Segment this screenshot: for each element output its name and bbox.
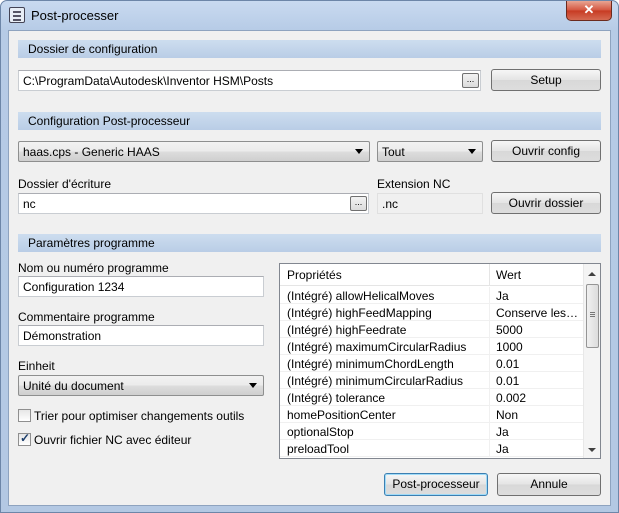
unit-select-value: Unité du document: [23, 379, 124, 393]
program-name-label: Nom ou numéro programme: [18, 261, 169, 275]
chevron-down-icon: [249, 383, 257, 388]
open-nc-checkbox[interactable]: [18, 431, 31, 446]
property-name: (Intégré) minimumCircularRadius: [287, 374, 464, 388]
property-name: (Intégré) highFeedrate: [287, 323, 407, 337]
property-name: (Intégré) minimumChordLength: [287, 357, 454, 371]
post-process-button[interactable]: Post-processeur: [384, 473, 488, 496]
chevron-down-icon: [355, 149, 363, 154]
program-section-header: Paramètres programme: [18, 234, 601, 252]
property-name: (Intégré) tolerance: [287, 391, 386, 405]
property-name: homePositionCenter: [287, 408, 396, 422]
properties-rows: (Intégré) allowHelicalMoves Ja (Intégré) h…: [280, 287, 583, 457]
property-value[interactable]: Ja: [496, 425, 580, 439]
open-nc-label: Ouvrir fichier NC avec éditeur: [34, 433, 192, 447]
row-column-divider: [489, 304, 490, 321]
scroll-down-icon[interactable]: [588, 448, 596, 452]
extension-label: Extension NC: [377, 177, 451, 191]
property-row[interactable]: (Intégré) allowHelicalMoves Ja: [280, 287, 583, 304]
property-value[interactable]: 1000: [496, 340, 580, 354]
setup-button[interactable]: Setup: [491, 69, 601, 91]
scroll-up-icon[interactable]: [588, 272, 596, 276]
config-browse-button[interactable]: ...: [462, 73, 479, 88]
unit-select[interactable]: Unité du document: [18, 375, 264, 396]
row-column-divider: [489, 372, 490, 389]
cancel-button[interactable]: Annule: [497, 473, 601, 496]
row-column-divider: [489, 287, 490, 304]
column-divider[interactable]: [489, 264, 490, 286]
property-row[interactable]: homePositionCenter Non: [280, 406, 583, 423]
post-select-value: haas.cps - Generic HAAS: [23, 145, 160, 159]
program-name-field[interactable]: Configuration 1234: [18, 276, 264, 297]
open-folder-button[interactable]: Ouvrir dossier: [491, 192, 601, 214]
output-folder-label: Dossier d'écriture: [18, 177, 111, 191]
unit-label: Einheit: [18, 359, 55, 373]
property-name: (Intégré) highFeedMapping: [287, 306, 432, 320]
property-row[interactable]: (Intégré) minimumCircularRadius 0.01: [280, 372, 583, 389]
program-comment-field[interactable]: Démonstration: [18, 325, 264, 346]
dialog-body: Dossier de configuration C:\ProgramData\…: [8, 30, 611, 506]
open-config-button[interactable]: Ouvrir config: [491, 140, 601, 162]
config-path-field[interactable]: C:\ProgramData\Autodesk\Inventor HSM\Pos…: [18, 70, 481, 91]
title-bar[interactable]: Post-processer ✕: [1, 1, 618, 29]
row-column-divider: [489, 423, 490, 440]
property-name: optionalStop: [287, 425, 354, 439]
property-value[interactable]: 0.002: [496, 391, 580, 405]
row-column-divider: [489, 440, 490, 457]
row-column-divider: [489, 338, 490, 355]
sort-tools-label: Trier pour optimiser changements outils: [34, 409, 245, 423]
properties-grid-header: Propriétés Wert: [280, 264, 600, 286]
row-column-divider: [489, 389, 490, 406]
filter-select-value: Tout: [382, 145, 405, 159]
filter-select[interactable]: Tout: [377, 141, 483, 162]
property-row[interactable]: (Intégré) maximumCircularRadius 1000: [280, 338, 583, 355]
row-column-divider: [489, 321, 490, 338]
property-value[interactable]: 0.01: [496, 374, 580, 388]
post-processor-window: Post-processer ✕ Dossier de configuratio…: [0, 0, 619, 513]
property-row[interactable]: optionalStop Ja: [280, 423, 583, 440]
property-name: preloadTool: [287, 442, 350, 456]
row-column-divider: [489, 406, 490, 423]
property-name: (Intégré) maximumCircularRadius: [287, 340, 467, 354]
sort-tools-checkbox[interactable]: [18, 409, 31, 422]
property-value[interactable]: 0.01: [496, 357, 580, 371]
column-header-property[interactable]: Propriétés: [287, 268, 342, 282]
property-row[interactable]: (Intégré) minimumChordLength 0.01: [280, 355, 583, 372]
property-row[interactable]: (Intégré) tolerance 0.002: [280, 389, 583, 406]
property-name: (Intégré) allowHelicalMoves: [287, 289, 435, 303]
output-browse-button[interactable]: ...: [350, 196, 367, 211]
extension-field: .nc: [377, 193, 483, 214]
properties-scrollbar[interactable]: [583, 264, 600, 458]
property-value[interactable]: Conserve les …: [496, 306, 580, 320]
post-select[interactable]: haas.cps - Generic HAAS: [18, 141, 370, 162]
property-row[interactable]: (Intégré) highFeedMapping Conserve les …: [280, 304, 583, 321]
property-value[interactable]: 5000: [496, 323, 580, 337]
property-row[interactable]: (Intégré) highFeedrate 5000: [280, 321, 583, 338]
property-value[interactable]: Ja: [496, 289, 580, 303]
post-section-header: Configuration Post-processeur: [18, 112, 601, 130]
row-column-divider: [489, 355, 490, 372]
property-row[interactable]: preloadTool Ja: [280, 440, 583, 457]
column-header-value[interactable]: Wert: [496, 268, 521, 282]
chevron-down-icon: [468, 149, 476, 154]
close-button[interactable]: ✕: [566, 1, 612, 21]
property-value[interactable]: Non: [496, 408, 580, 422]
property-value[interactable]: Ja: [496, 442, 580, 456]
output-folder-field[interactable]: nc: [18, 193, 369, 214]
app-icon: [9, 7, 25, 23]
window-title: Post-processer: [31, 8, 119, 23]
program-comment-label: Commentaire programme: [18, 310, 155, 324]
properties-grid[interactable]: Propriétés Wert (Intégré) allowHelicalMo…: [279, 263, 601, 459]
scroll-thumb[interactable]: [586, 284, 599, 348]
config-section-header: Dossier de configuration: [18, 40, 601, 58]
